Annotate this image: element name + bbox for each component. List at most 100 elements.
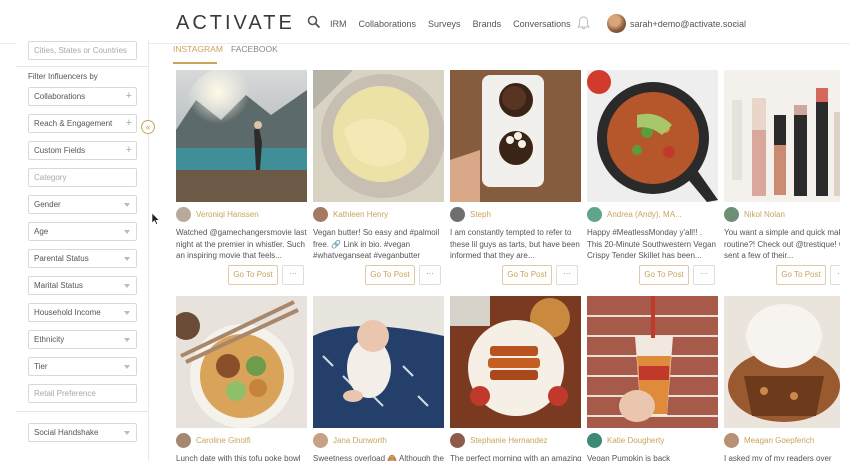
filter-title: Filter Influencers by (28, 72, 98, 81)
post-image[interactable] (176, 296, 307, 428)
filter-label: Collaborations (34, 92, 86, 101)
retail-preference-input[interactable]: Retail Preference (28, 384, 137, 403)
location-input[interactable]: Cities, States or Countries (28, 41, 137, 60)
filter-label: Tier (34, 362, 48, 371)
post-image[interactable] (176, 70, 307, 202)
post-author-row: Caroline Ginolfi (176, 433, 307, 449)
post-author[interactable]: Stephanie Hernandez (470, 436, 547, 445)
post-image[interactable] (450, 296, 581, 428)
post-author[interactable]: Meagan Goepferich (744, 436, 814, 445)
post-caption: Sweetness overload 🙈 Although these (313, 454, 444, 461)
post-image[interactable] (313, 70, 444, 202)
location-placeholder: Cities, States or Countries (34, 46, 127, 55)
post-card: Katie Dougherty Vegan Pumpkin is back (587, 296, 718, 461)
author-avatar[interactable] (176, 207, 191, 222)
author-avatar[interactable] (587, 207, 602, 222)
post-caption: Watched @gamechangersmovie last night at… (176, 228, 307, 260)
filter-ethnicity[interactable]: Ethnicity (28, 330, 137, 349)
caret-down-icon (124, 338, 130, 342)
more-options-button[interactable]: ··· (693, 265, 715, 285)
go-to-post-button[interactable]: Go To Post (776, 265, 826, 285)
nav-conversations[interactable]: Conversations (513, 19, 571, 29)
caret-down-icon (124, 230, 130, 234)
post-image[interactable] (587, 296, 718, 428)
post-card: Meagan Goepferich I asked my of my reade… (724, 296, 840, 461)
main-nav: IRM Collaborations Surveys Brands Conver… (330, 19, 571, 29)
filter-reach-engagement[interactable]: Reach & Engagement + (28, 114, 137, 133)
tab-instagram[interactable]: INSTAGRAM (173, 44, 223, 54)
user-avatar[interactable] (607, 14, 626, 33)
post-author[interactable]: Veroniqi Hanssen (196, 210, 259, 219)
more-options-button[interactable]: ··· (419, 265, 441, 285)
author-avatar[interactable] (724, 207, 739, 222)
post-caption: Lunch date with this tofu poke bowl (176, 454, 301, 461)
post-author[interactable]: Katie Dougherty (607, 436, 664, 445)
filter-label: Marital Status (34, 281, 83, 290)
nav-collaborations[interactable]: Collaborations (359, 19, 417, 29)
filter-household-income[interactable]: Household Income (28, 303, 137, 322)
caret-down-icon (124, 431, 130, 435)
user-email[interactable]: sarah+demo@activate.social (630, 19, 746, 29)
post-image[interactable] (587, 70, 718, 202)
tab-facebook[interactable]: FACEBOOK (231, 44, 278, 54)
more-options-button[interactable]: ··· (282, 265, 304, 285)
active-tab-indicator (173, 62, 217, 64)
author-avatar[interactable] (450, 433, 465, 448)
filter-custom-fields[interactable]: Custom Fields + (28, 141, 137, 160)
category-input[interactable]: Category (28, 168, 137, 187)
author-avatar[interactable] (587, 433, 602, 448)
filter-label: Gender (34, 200, 61, 209)
author-avatar[interactable] (313, 207, 328, 222)
activate-logo[interactable]: ACTIVATE (176, 12, 295, 35)
post-author-row: Andrea (Andy), MA... (587, 207, 718, 223)
post-actions: Go To Post ··· (587, 265, 718, 285)
post-author-row: Kathleen Henry (313, 207, 444, 223)
filter-age[interactable]: Age (28, 222, 137, 241)
post-caption: You want a simple and quick make routine… (724, 228, 840, 260)
filter-label: Age (34, 227, 49, 236)
filter-marital-status[interactable]: Marital Status (28, 276, 137, 295)
chevron-down-icon[interactable]: ⌄ (731, 18, 738, 27)
go-to-post-button[interactable]: Go To Post (639, 265, 689, 285)
post-author[interactable]: Steph (470, 210, 491, 219)
more-options-button[interactable]: ··· (830, 265, 840, 285)
filter-parental-status[interactable]: Parental Status (28, 249, 137, 268)
post-image[interactable] (724, 296, 840, 428)
post-author-row: Meagan Goepferich (724, 433, 840, 449)
post-author[interactable]: Caroline Ginolfi (196, 436, 251, 445)
post-card: Caroline Ginolfi Lunch date with this to… (176, 296, 307, 461)
filter-label: Retail Preference (34, 389, 96, 398)
filter-gender[interactable]: Gender (28, 195, 137, 214)
post-image[interactable] (313, 296, 444, 428)
post-actions: Go To Post ··· (450, 265, 581, 285)
nav-irm[interactable]: IRM (330, 19, 347, 29)
post-caption: I asked my of my readers over (724, 454, 832, 461)
post-author[interactable]: Nikol Nolan (744, 210, 785, 219)
go-to-post-button[interactable]: Go To Post (502, 265, 552, 285)
post-actions: Go To Post ··· (724, 265, 840, 285)
author-avatar[interactable] (450, 207, 465, 222)
post-author[interactable]: Andrea (Andy), MA... (607, 210, 682, 219)
nav-surveys[interactable]: Surveys (428, 19, 461, 29)
filter-tier[interactable]: Tier (28, 357, 137, 376)
post-image[interactable] (724, 70, 840, 202)
post-author-row: Jana Dunworth (313, 433, 444, 449)
post-image[interactable] (450, 70, 581, 202)
collapse-sidebar-button[interactable]: « (141, 120, 155, 134)
author-avatar[interactable] (176, 433, 191, 448)
filter-label: Custom Fields (34, 146, 86, 155)
search-icon[interactable] (307, 15, 321, 29)
post-card: Jana Dunworth Sweetness overload 🙈 Altho… (313, 296, 444, 461)
post-author[interactable]: Kathleen Henry (333, 210, 388, 219)
go-to-post-button[interactable]: Go To Post (365, 265, 415, 285)
post-author[interactable]: Jana Dunworth (333, 436, 387, 445)
go-to-post-button[interactable]: Go To Post (228, 265, 278, 285)
bell-icon[interactable] (577, 16, 590, 30)
nav-brands[interactable]: Brands (473, 19, 502, 29)
more-options-button[interactable]: ··· (556, 265, 578, 285)
filter-label: Household Income (34, 308, 101, 317)
filter-collaborations[interactable]: Collaborations + (28, 87, 137, 106)
author-avatar[interactable] (724, 433, 739, 448)
filter-social-handshake[interactable]: Social Handshake (28, 423, 137, 442)
author-avatar[interactable] (313, 433, 328, 448)
